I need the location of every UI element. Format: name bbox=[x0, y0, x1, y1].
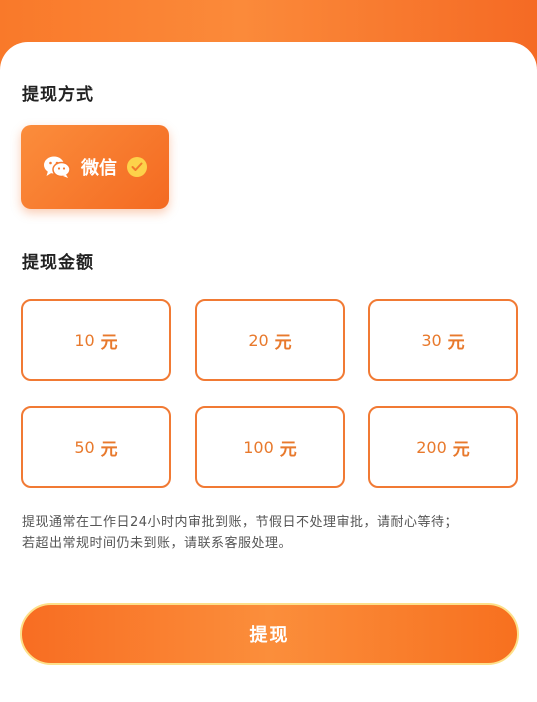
amount-option-20[interactable]: 20 元 bbox=[195, 299, 345, 381]
amount-unit: 元 bbox=[274, 332, 292, 353]
amount-option-30[interactable]: 30 元 bbox=[368, 299, 518, 381]
withdraw-method-title: 提现方式 bbox=[22, 85, 94, 105]
notice-line-2: 若超出常规时间仍未到账，请联系客服处理。 bbox=[22, 536, 293, 551]
check-icon bbox=[127, 157, 147, 177]
amount-options: 10 元 20 元 30 元 50 元 100 元 200 元 bbox=[21, 299, 521, 489]
wechat-method-label: 微信 bbox=[81, 158, 117, 179]
amount-unit: 元 bbox=[100, 332, 118, 353]
amount-option-10[interactable]: 10 元 bbox=[21, 299, 171, 381]
withdraw-notice: 提现通常在工作日24小时内审批到账，节假日不处理审批，请耐心等待； 若超出常规时… bbox=[22, 512, 518, 554]
amount-value: 50 bbox=[74, 437, 95, 457]
amount-option-200[interactable]: 200 元 bbox=[368, 406, 518, 488]
amount-value: 30 bbox=[421, 330, 442, 350]
amount-unit: 元 bbox=[279, 439, 297, 460]
amount-value: 200 bbox=[416, 437, 447, 457]
amount-value: 20 bbox=[248, 330, 269, 350]
amount-option-100[interactable]: 100 元 bbox=[195, 406, 345, 488]
notice-line-1: 提现通常在工作日24小时内审批到账，节假日不处理审批，请耐心等待； bbox=[22, 515, 459, 530]
amount-unit: 元 bbox=[447, 332, 465, 353]
amount-value: 100 bbox=[243, 437, 274, 457]
amount-option-50[interactable]: 50 元 bbox=[21, 406, 171, 488]
wechat-method-option[interactable]: 微信 bbox=[21, 125, 169, 209]
wechat-icon bbox=[43, 155, 71, 179]
withdraw-amount-title: 提现金额 bbox=[22, 253, 94, 273]
amount-value: 10 bbox=[74, 330, 95, 350]
withdraw-submit-button[interactable]: 提现 bbox=[20, 603, 519, 665]
amount-unit: 元 bbox=[452, 439, 470, 460]
amount-unit: 元 bbox=[100, 439, 118, 460]
